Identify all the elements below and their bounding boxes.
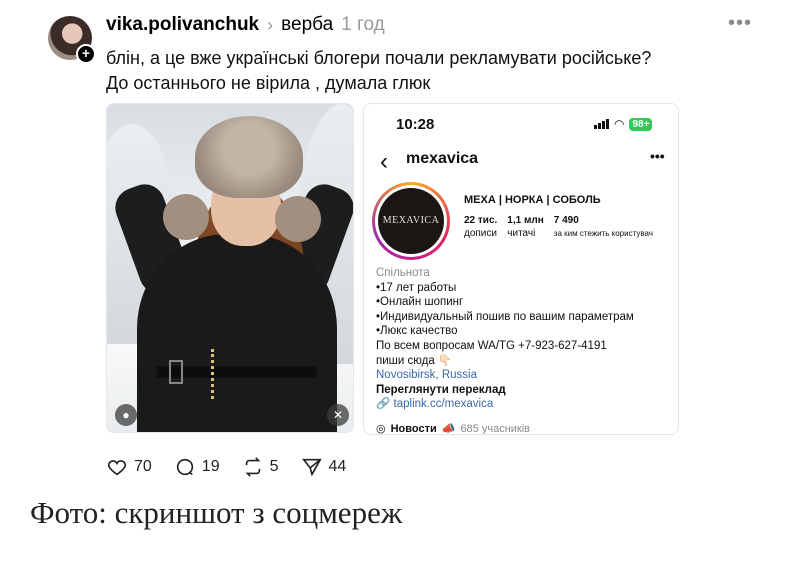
chevron-right-icon: › bbox=[267, 14, 274, 35]
back-arrow-icon: ‹ bbox=[380, 148, 388, 175]
share-count: 44 bbox=[328, 458, 347, 475]
thread-post: + vika.polivanchuk › верба 1 год ••• блі… bbox=[0, 0, 800, 490]
more-options-icon[interactable]: ••• bbox=[728, 12, 752, 35]
profile-bio: Спільнота •17 лет работы •Онлайн шопинг … bbox=[376, 266, 671, 412]
comment-count: 19 bbox=[201, 458, 220, 475]
post-caption: блін, а це вже українські блогери почали… bbox=[106, 46, 756, 96]
repost-button[interactable]: 5 bbox=[242, 456, 279, 478]
profile-stats: 22 тис. дописи 1,1 млн читачі 7 490 за к… bbox=[464, 214, 653, 240]
post-header: vika.polivanchuk › верба 1 год bbox=[106, 14, 385, 36]
topic-tag[interactable]: верба bbox=[281, 14, 333, 36]
fur-cuff bbox=[275, 196, 321, 242]
wifi-icon: ◠ bbox=[614, 117, 625, 131]
like-count: 70 bbox=[134, 458, 152, 475]
username[interactable]: vika.polivanchuk bbox=[106, 14, 259, 36]
coat bbox=[137, 234, 337, 432]
bio-line: По всем вопросам WA/TG +7-923-627-4191 bbox=[376, 339, 607, 352]
caption-line: блін, а це вже українські блогери почали… bbox=[106, 48, 652, 68]
mute-icon[interactable]: ✕ bbox=[327, 404, 349, 426]
share-button[interactable]: 44 bbox=[301, 456, 347, 478]
bio-category: Спільнота bbox=[376, 267, 430, 279]
bio-line: •17 лет работы bbox=[376, 281, 457, 294]
bio-line: •Индивидуальный пошив по вашим параметра… bbox=[376, 310, 634, 323]
instagram-screenshot[interactable]: 10:28 ◠ 98+ ‹ mexavica ••• MEXAVICA МЕХА… bbox=[363, 103, 679, 435]
bio-location: Novosibirsk, Russia bbox=[376, 369, 477, 382]
more-options-icon: ••• bbox=[650, 148, 665, 164]
comment-icon bbox=[176, 458, 193, 476]
bio-line: •Люкс качество bbox=[376, 325, 458, 338]
bio-line: пиши сюда 👇🏻 bbox=[376, 354, 453, 367]
channel-icon: ◎ bbox=[376, 423, 386, 435]
repost-count: 5 bbox=[269, 458, 279, 475]
caption-line: До останнього не вірила , думала глюк bbox=[106, 73, 431, 93]
fur-hat bbox=[195, 116, 303, 198]
send-icon bbox=[301, 458, 322, 477]
comment-button[interactable]: 19 bbox=[174, 456, 220, 478]
stat-posts: 22 тис. дописи bbox=[464, 215, 498, 239]
profile-name: МЕХА | НОРКА | СОБОЛЬ bbox=[464, 194, 601, 206]
signal-icon bbox=[594, 119, 609, 129]
heart-icon bbox=[107, 460, 127, 476]
repost-icon bbox=[245, 457, 261, 477]
post-actions: 70 19 5 44 bbox=[106, 456, 346, 478]
bag-chain bbox=[211, 349, 221, 399]
fur-cuff bbox=[163, 194, 209, 240]
photo-woman-in-fur[interactable]: ● ✕ bbox=[106, 103, 354, 433]
like-button[interactable]: 70 bbox=[106, 456, 152, 478]
belt-buckle bbox=[169, 360, 183, 384]
stat-followers: 1,1 млн читачі bbox=[507, 215, 544, 239]
profile-handle: mexavica bbox=[406, 150, 479, 167]
megaphone-icon: 📣 bbox=[441, 423, 456, 435]
status-bar: ◠ 98+ bbox=[594, 117, 653, 131]
story-ring: MEXAVICA bbox=[372, 182, 450, 260]
status-time: 10:28 bbox=[396, 116, 435, 133]
follow-plus-icon[interactable]: + bbox=[76, 44, 96, 64]
stat-following: 7 490 за ким стежить користувач bbox=[553, 215, 653, 238]
brand-logo: MEXAVICA bbox=[378, 188, 444, 254]
link-icon: 🔗 bbox=[376, 398, 391, 411]
bio-link: 🔗 taplink.cc/mexavica bbox=[376, 398, 494, 411]
post-time: 1 год bbox=[341, 14, 385, 35]
battery-indicator: 98+ bbox=[629, 117, 653, 131]
broadcast-channel: ◎ Новости 📣 685 учасників bbox=[376, 422, 531, 435]
photo-credit: Фото: скриншот з соцмереж bbox=[30, 495, 403, 530]
person-tag-icon[interactable]: ● bbox=[115, 404, 137, 426]
translate-link: Переглянути переклад bbox=[376, 383, 506, 396]
bio-line: •Онлайн шопинг bbox=[376, 296, 464, 309]
